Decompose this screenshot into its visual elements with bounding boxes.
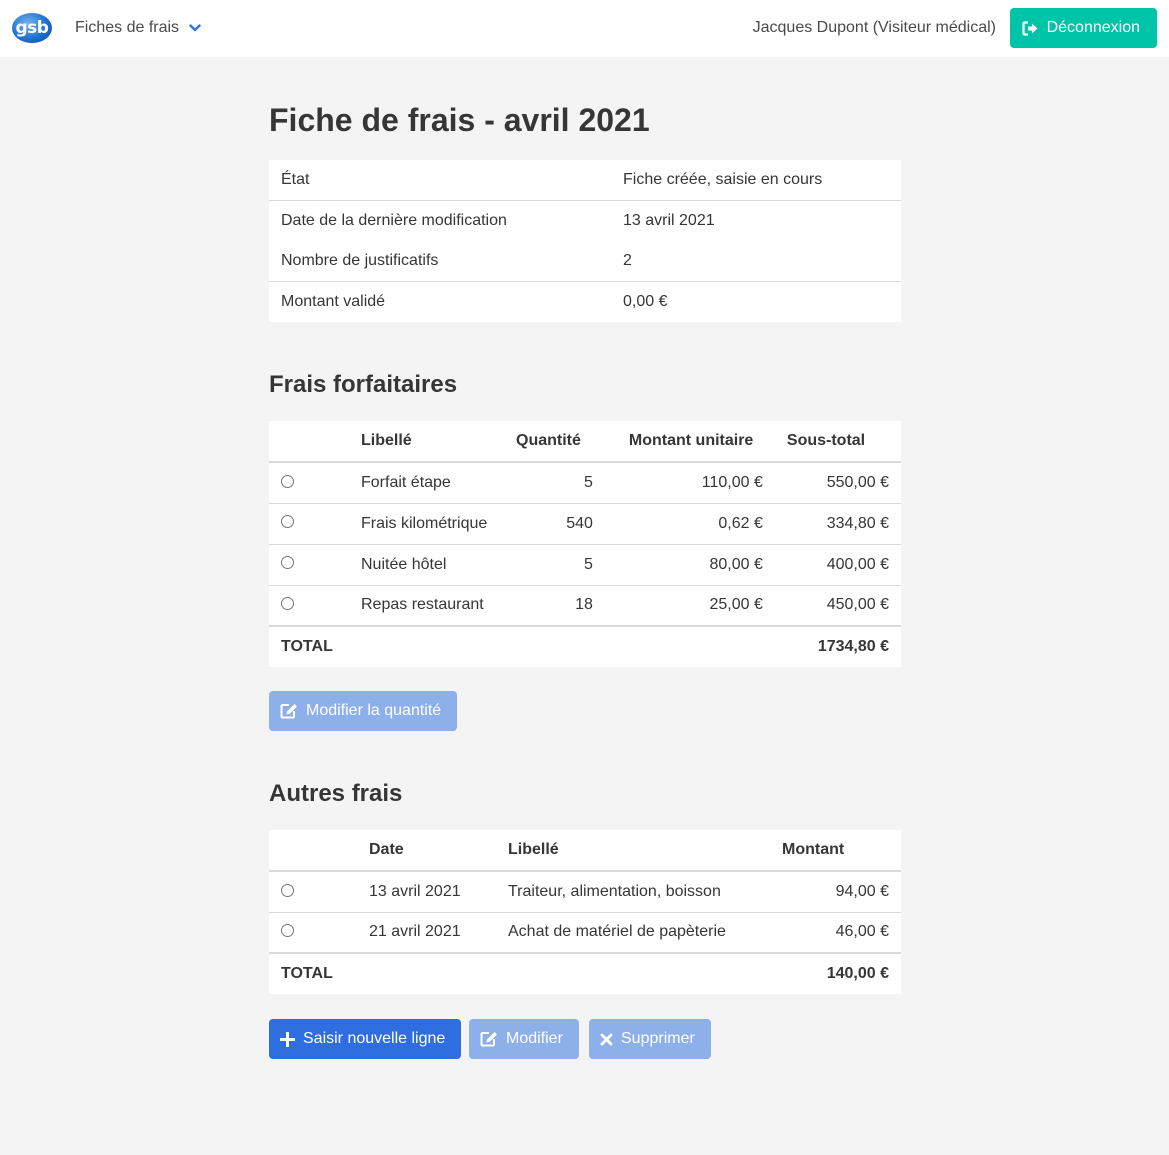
table-row: Nuitée hôtel 5 80,00 € 400,00 € (269, 543, 901, 585)
total-label: TOTAL (269, 625, 504, 667)
info-row: Date de la dernière modification 13 avri… (269, 200, 901, 241)
column-header: Sous-total (774, 421, 901, 463)
libelle-cell: Achat de matériel de papèterie (496, 911, 770, 953)
delete-line-label: Supprimer (621, 1030, 695, 1047)
total-row: TOTAL 1734,80 € (269, 625, 901, 667)
select-column-header (269, 421, 349, 463)
libelle-cell: Nuitée hôtel (349, 543, 504, 585)
sign-out-icon (1021, 20, 1039, 36)
delete-line-button[interactable]: Supprimer (589, 1019, 711, 1059)
libelle-cell: Traiteur, alimentation, boisson (508, 882, 721, 900)
row-select (269, 462, 349, 503)
fiche-info-table: État Fiche créée, saisie en cours Date d… (269, 160, 901, 322)
quantite-cell: 540 (504, 502, 605, 544)
row-radio[interactable] (281, 883, 294, 897)
row-radio[interactable] (281, 924, 294, 938)
row-select (269, 584, 349, 626)
row-radio[interactable] (281, 474, 294, 488)
top-navbar: gsb Fiches de frais Jacques Dupont (Visi… (0, 0, 1169, 57)
logout-button[interactable]: Déconnexion (1009, 8, 1157, 48)
edit-line-label: Modifier (506, 1030, 563, 1047)
table-row: 13 avril 2021 Traiteur, alimentation, bo… (269, 871, 901, 912)
quantite-cell: 18 (504, 584, 605, 626)
column-header: Montant unitaire (604, 421, 775, 463)
sous-total-cell: 400,00 € (774, 543, 901, 585)
logout-label: Déconnexion (1046, 19, 1140, 36)
montant-cell: 46,00 € (770, 911, 901, 953)
page-title: Fiche de frais - avril 2021 (269, 102, 650, 138)
total-value: 1734,80 € (504, 625, 901, 667)
menu-label: Fiches de frais (75, 19, 180, 36)
info-value: 2 (623, 252, 632, 269)
unitaire-cell: 0,62 € (604, 502, 775, 544)
modify-quantity-label: Modifier la quantité (306, 702, 442, 719)
autres-heading: Autres frais (269, 780, 403, 807)
frais-forfaitaires-table: Libellé Quantité Montant unitaire Sous-t… (269, 421, 901, 667)
edit-icon (280, 703, 298, 719)
info-row: Montant validé 0,00 € (269, 281, 901, 322)
row-select (269, 502, 349, 544)
menu-fiches-de-frais[interactable]: Fiches de frais (75, 19, 201, 37)
info-label: Nombre de justificatifs (281, 252, 439, 269)
table-header-row: Date Libellé Montant (269, 830, 901, 872)
unitaire-cell: 25,00 € (604, 584, 775, 626)
date-cell: 21 avril 2021 (357, 911, 496, 953)
table-row: Forfait étape 5 110,00 € 550,00 € (269, 462, 901, 503)
unitaire-cell: 80,00 € (604, 543, 775, 585)
row-radio[interactable] (281, 597, 294, 611)
date-cell: 13 avril 2021 (369, 882, 461, 900)
forfait-heading: Frais forfaitaires (269, 371, 458, 398)
sous-total-cell: 550,00 € (826, 473, 889, 491)
total-label: TOTAL (269, 952, 496, 994)
sous-total-cell: 334,80 € (774, 502, 901, 544)
total-row: TOTAL 140,00 € (269, 952, 901, 994)
libelle-cell: Repas restaurant (349, 584, 504, 626)
select-column-header (269, 830, 357, 872)
column-header: Date (357, 830, 496, 872)
row-select (269, 543, 349, 585)
column-header: Libellé (496, 830, 770, 872)
row-select (269, 871, 357, 912)
total-value: 140,00 € (496, 952, 901, 994)
close-icon (600, 1033, 613, 1046)
column-header: Libellé (349, 421, 504, 463)
info-value: Fiche créée, saisie en cours (623, 171, 823, 188)
add-line-button[interactable]: Saisir nouvelle ligne (269, 1019, 462, 1059)
modify-quantity-button[interactable]: Modifier la quantité (269, 691, 458, 731)
montant-cell: 94,00 € (835, 882, 889, 900)
info-value: 0,00 € (611, 281, 901, 322)
sous-total-cell: 450,00 € (774, 584, 901, 626)
info-label: État (281, 171, 310, 188)
table-row: 21 avril 2021 Achat de matériel de papèt… (269, 911, 901, 953)
user-name: Jacques Dupont (Visiteur médical) (752, 19, 996, 36)
quantite-cell: 5 (583, 473, 593, 491)
unitaire-cell: 110,00 € (701, 473, 763, 491)
info-value: 13 avril 2021 (611, 200, 901, 241)
chevron-down-icon (189, 22, 201, 34)
row-select (269, 911, 357, 953)
info-label: Date de la dernière modification (269, 200, 611, 241)
libelle-cell: Forfait étape (361, 473, 451, 491)
plus-icon (280, 1031, 295, 1047)
table-row: Repas restaurant 18 25,00 € 450,00 € (269, 584, 901, 626)
add-line-label: Saisir nouvelle ligne (303, 1030, 446, 1047)
column-header: Quantité (504, 421, 605, 463)
row-radio[interactable] (281, 556, 294, 570)
gsb-logo[interactable]: gsb (12, 13, 52, 43)
table-row: Frais kilométrique 540 0,62 € 334,80 € (269, 502, 901, 544)
column-header: Montant (770, 830, 901, 872)
quantite-cell: 5 (504, 543, 605, 585)
row-radio[interactable] (281, 515, 294, 529)
libelle-cell: Frais kilométrique (349, 502, 504, 544)
edit-line-button[interactable]: Modifier (469, 1019, 579, 1059)
info-row: Nombre de justificatifs 2 (269, 241, 901, 282)
edit-icon (480, 1031, 498, 1047)
info-row: État Fiche créée, saisie en cours (269, 160, 901, 201)
info-label: Montant validé (269, 281, 611, 322)
table-header-row: Libellé Quantité Montant unitaire Sous-t… (269, 421, 901, 463)
autres-frais-table: Date Libellé Montant 13 avril 2021 Trait… (269, 830, 901, 994)
